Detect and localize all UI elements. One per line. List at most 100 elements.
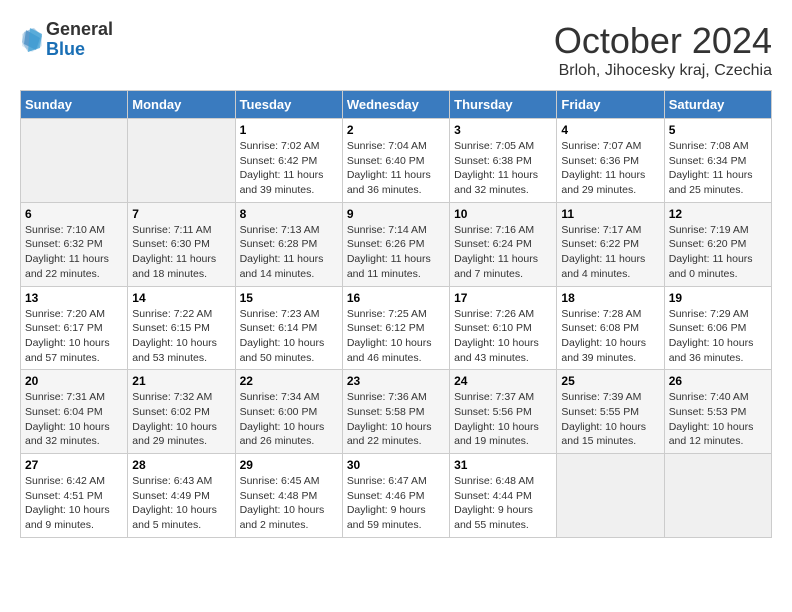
calendar-cell: 31 Sunrise: 6:48 AMSunset: 4:44 PMDayligh… [450,454,557,538]
calendar-cell [21,119,128,203]
day-detail: Sunrise: 7:04 AMSunset: 6:40 PMDaylight:… [347,139,445,198]
day-number: 11 [561,207,659,221]
day-detail: Sunrise: 7:25 AMSunset: 6:12 PMDaylight:… [347,307,445,366]
calendar-cell: 15 Sunrise: 7:23 AMSunset: 6:14 PMDayligh… [235,286,342,370]
day-detail: Sunrise: 6:48 AMSunset: 4:44 PMDaylight:… [454,474,552,533]
calendar-cell: 19 Sunrise: 7:29 AMSunset: 6:06 PMDayligh… [664,286,771,370]
day-number: 27 [25,458,123,472]
calendar-cell: 10Sunrise: 7:16 AMSunset: 6:24 PMDayligh… [450,202,557,286]
calendar-cell: 23Sunrise: 7:36 AMSunset: 5:58 PMDayligh… [342,370,449,454]
day-detail: Sunrise: 7:28 AMSunset: 6:08 PMDaylight:… [561,307,659,366]
logo: General Blue [20,20,113,60]
calendar-cell: 5Sunrise: 7:08 AMSunset: 6:34 PMDaylight… [664,119,771,203]
day-detail: Sunrise: 7:40 AMSunset: 5:53 PMDaylight:… [669,390,767,449]
calendar-body: 1 Sunrise: 7:02 AMSunset: 6:42 PMDaylight… [21,119,772,538]
calendar-cell: 11 Sunrise: 7:17 AMSunset: 6:22 PMDayligh… [557,202,664,286]
day-number: 8 [240,207,338,221]
calendar-cell: 22 Sunrise: 7:34 AMSunset: 6:00 PMDayligh… [235,370,342,454]
weekday-header: Saturday [664,91,771,119]
day-number: 20 [25,374,123,388]
weekday-header: Tuesday [235,91,342,119]
calendar-cell: 18 Sunrise: 7:28 AMSunset: 6:08 PMDayligh… [557,286,664,370]
calendar: SundayMondayTuesdayWednesdayThursdayFrid… [20,90,772,538]
calendar-week-row: 1 Sunrise: 7:02 AMSunset: 6:42 PMDaylight… [21,119,772,203]
calendar-header: SundayMondayTuesdayWednesdayThursdayFrid… [21,91,772,119]
day-detail: Sunrise: 7:14 AMSunset: 6:26 PMDaylight:… [347,223,445,282]
day-number: 15 [240,291,338,305]
calendar-cell: 20 Sunrise: 7:31 AMSunset: 6:04 PMDayligh… [21,370,128,454]
calendar-cell: 29Sunrise: 6:45 AMSunset: 4:48 PMDayligh… [235,454,342,538]
day-detail: Sunrise: 7:23 AMSunset: 6:14 PMDaylight:… [240,307,338,366]
day-number: 17 [454,291,552,305]
calendar-cell: 24Sunrise: 7:37 AMSunset: 5:56 PMDayligh… [450,370,557,454]
calendar-cell [664,454,771,538]
weekday-header: Sunday [21,91,128,119]
day-number: 29 [240,458,338,472]
day-number: 30 [347,458,445,472]
day-detail: Sunrise: 7:20 AMSunset: 6:17 PMDaylight:… [25,307,123,366]
day-number: 21 [132,374,230,388]
weekday-header: Friday [557,91,664,119]
day-number: 26 [669,374,767,388]
day-detail: Sunrise: 7:05 AMSunset: 6:38 PMDaylight:… [454,139,552,198]
calendar-cell: 9 Sunrise: 7:14 AMSunset: 6:26 PMDaylight… [342,202,449,286]
day-detail: Sunrise: 7:11 AMSunset: 6:30 PMDaylight:… [132,223,230,282]
calendar-cell [557,454,664,538]
calendar-cell: 4Sunrise: 7:07 AMSunset: 6:36 PMDaylight… [557,119,664,203]
calendar-cell: 6Sunrise: 7:10 AMSunset: 6:32 PMDaylight… [21,202,128,286]
day-detail: Sunrise: 6:43 AMSunset: 4:49 PMDaylight:… [132,474,230,533]
day-detail: Sunrise: 7:13 AMSunset: 6:28 PMDaylight:… [240,223,338,282]
day-number: 12 [669,207,767,221]
location: Brloh, Jihocesky kraj, Czechia [554,62,772,80]
calendar-cell: 2Sunrise: 7:04 AMSunset: 6:40 PMDaylight… [342,119,449,203]
calendar-cell: 16Sunrise: 7:25 AMSunset: 6:12 PMDayligh… [342,286,449,370]
day-detail: Sunrise: 7:36 AMSunset: 5:58 PMDaylight:… [347,390,445,449]
day-number: 5 [669,123,767,137]
day-detail: Sunrise: 7:17 AMSunset: 6:22 PMDaylight:… [561,223,659,282]
day-detail: Sunrise: 7:34 AMSunset: 6:00 PMDaylight:… [240,390,338,449]
title-block: October 2024 Brloh, Jihocesky kraj, Czec… [554,20,772,80]
calendar-week-row: 6Sunrise: 7:10 AMSunset: 6:32 PMDaylight… [21,202,772,286]
logo-general: General [46,20,113,40]
weekday-header: Thursday [450,91,557,119]
day-number: 3 [454,123,552,137]
calendar-cell: 3 Sunrise: 7:05 AMSunset: 6:38 PMDaylight… [450,119,557,203]
calendar-week-row: 20 Sunrise: 7:31 AMSunset: 6:04 PMDayligh… [21,370,772,454]
day-detail: Sunrise: 7:39 AMSunset: 5:55 PMDaylight:… [561,390,659,449]
calendar-cell: 7 Sunrise: 7:11 AMSunset: 6:30 PMDaylight… [128,202,235,286]
day-detail: Sunrise: 7:19 AMSunset: 6:20 PMDaylight:… [669,223,767,282]
day-detail: Sunrise: 7:22 AMSunset: 6:15 PMDaylight:… [132,307,230,366]
day-number: 25 [561,374,659,388]
weekday-header-row: SundayMondayTuesdayWednesdayThursdayFrid… [21,91,772,119]
calendar-cell: 13Sunrise: 7:20 AMSunset: 6:17 PMDayligh… [21,286,128,370]
calendar-cell: 17Sunrise: 7:26 AMSunset: 6:10 PMDayligh… [450,286,557,370]
calendar-cell: 21 Sunrise: 7:32 AMSunset: 6:02 PMDayligh… [128,370,235,454]
day-number: 31 [454,458,552,472]
weekday-header: Monday [128,91,235,119]
day-detail: Sunrise: 6:47 AMSunset: 4:46 PMDaylight:… [347,474,445,533]
day-number: 19 [669,291,767,305]
day-detail: Sunrise: 7:29 AMSunset: 6:06 PMDaylight:… [669,307,767,366]
day-detail: Sunrise: 7:16 AMSunset: 6:24 PMDaylight:… [454,223,552,282]
calendar-week-row: 13Sunrise: 7:20 AMSunset: 6:17 PMDayligh… [21,286,772,370]
day-number: 22 [240,374,338,388]
day-number: 1 [240,123,338,137]
day-number: 9 [347,207,445,221]
calendar-cell: 12 Sunrise: 7:19 AMSunset: 6:20 PMDayligh… [664,202,771,286]
calendar-cell: 14Sunrise: 7:22 AMSunset: 6:15 PMDayligh… [128,286,235,370]
day-detail: Sunrise: 7:02 AMSunset: 6:42 PMDaylight:… [240,139,338,198]
day-number: 7 [132,207,230,221]
day-number: 18 [561,291,659,305]
logo-icon [20,26,44,54]
page-header: General Blue October 2024 Brloh, Jihoces… [20,20,772,80]
calendar-cell [128,119,235,203]
day-detail: Sunrise: 7:31 AMSunset: 6:04 PMDaylight:… [25,390,123,449]
calendar-week-row: 27 Sunrise: 6:42 AMSunset: 4:51 PMDayligh… [21,454,772,538]
logo-text: General Blue [46,20,113,60]
day-detail: Sunrise: 7:32 AMSunset: 6:02 PMDaylight:… [132,390,230,449]
logo-blue: Blue [46,40,113,60]
calendar-cell: 1 Sunrise: 7:02 AMSunset: 6:42 PMDaylight… [235,119,342,203]
calendar-cell: 30 Sunrise: 6:47 AMSunset: 4:46 PMDayligh… [342,454,449,538]
day-detail: Sunrise: 6:42 AMSunset: 4:51 PMDaylight:… [25,474,123,533]
day-number: 4 [561,123,659,137]
